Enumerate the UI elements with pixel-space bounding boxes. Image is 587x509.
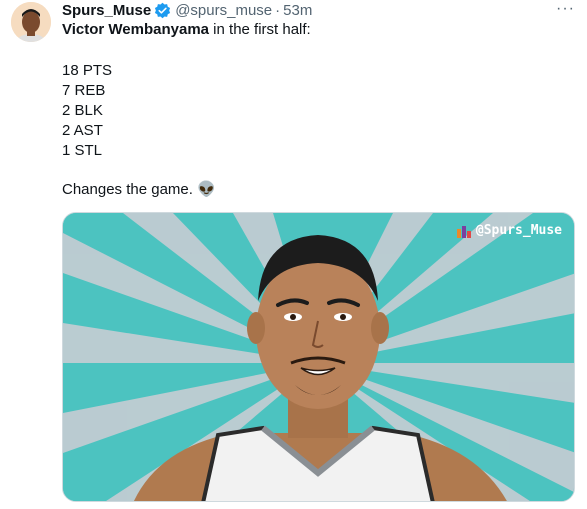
media-image[interactable]: @Spurs_Muse — [62, 212, 575, 502]
tweet-intro: Victor Wembanyama in the first half: — [62, 20, 562, 40]
tweet[interactable]: Spurs_Muse @spurs_muse · 53m ··· Victor … — [0, 0, 587, 509]
watermark-text: @Spurs_Muse — [475, 223, 562, 238]
timestamp[interactable]: 53m — [283, 2, 312, 19]
bar-chart-logo-icon — [456, 225, 471, 238]
handle[interactable]: @spurs_muse — [175, 2, 272, 19]
tweet-closing: Changes the game. 👽 — [62, 181, 216, 198]
media-watermark: @Spurs_Muse — [456, 223, 562, 238]
stat-line: 2 BLK — [62, 102, 103, 119]
stat-line: 7 REB — [62, 82, 106, 99]
stat-line: 1 STL — [62, 142, 103, 159]
stat-line: 18 PTS — [62, 62, 113, 79]
more-horizontal-icon[interactable]: ··· — [556, 0, 575, 18]
separator-dot: · — [275, 1, 281, 19]
tweet-header: Spurs_Muse @spurs_muse · 53m — [62, 0, 312, 20]
player-illustration — [63, 213, 574, 501]
display-name[interactable]: Spurs_Muse — [62, 2, 151, 19]
verified-badge-icon[interactable] — [154, 2, 171, 19]
player-name: Victor Wembanyama — [62, 21, 210, 38]
avatar[interactable] — [11, 2, 51, 42]
avatar-image — [11, 2, 51, 42]
stat-line: 2 AST — [62, 122, 103, 139]
intro-rest: in the first half: — [209, 21, 311, 38]
